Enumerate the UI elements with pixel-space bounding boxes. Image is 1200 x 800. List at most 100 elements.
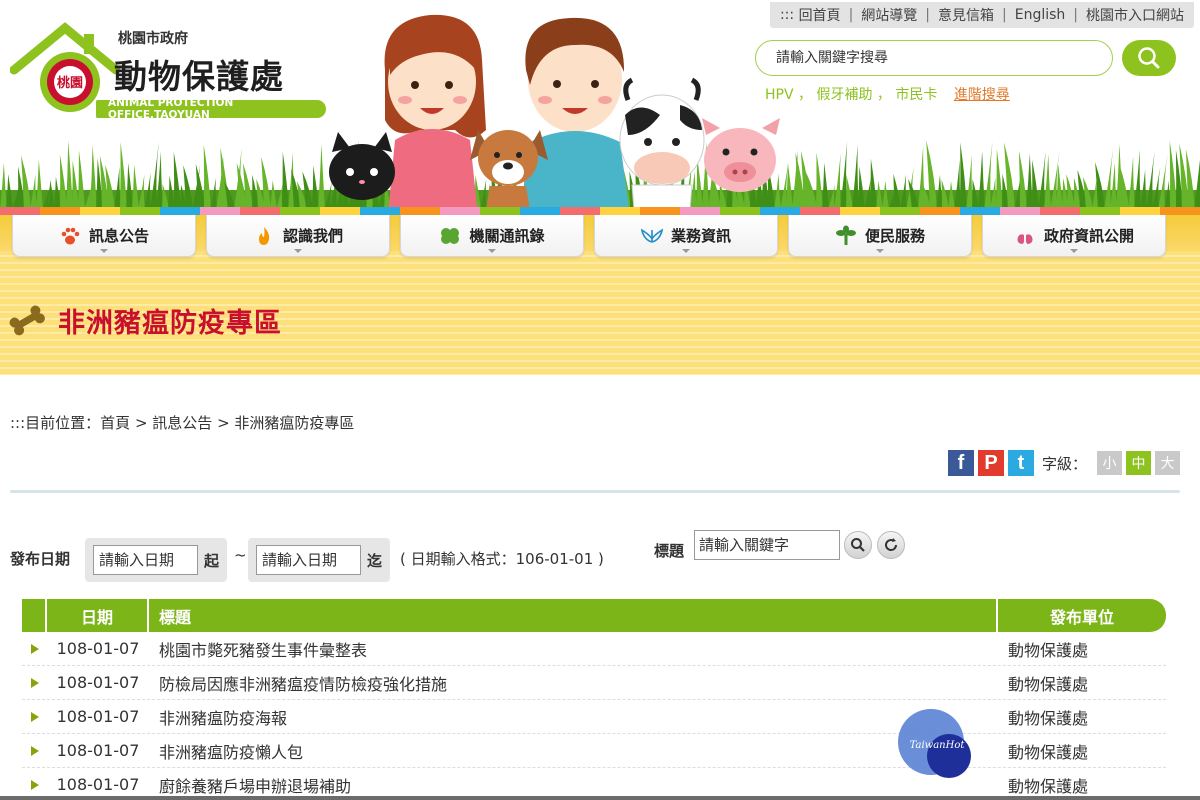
keyword-input[interactable]: [694, 530, 840, 560]
nav-item-gov-info[interactable]: 政府資訊公開: [982, 215, 1166, 257]
page-title-block: 非洲豬瘟防疫專區: [8, 295, 282, 345]
strip-segment: [320, 207, 360, 215]
twitter-icon[interactable]: t: [1007, 450, 1034, 476]
row-title-link[interactable]: 桃園市斃死豬發生事件彙整表: [149, 637, 998, 661]
header-bullet-col: [22, 599, 47, 632]
plurk-icon[interactable]: P: [977, 450, 1004, 476]
title-label: 標題: [654, 542, 685, 560]
hotword-link[interactable]: HPV: [765, 87, 794, 103]
date-label: 發布日期: [10, 550, 71, 568]
header-date[interactable]: 日期: [47, 599, 149, 632]
row-title-link[interactable]: 防檢局因應非洲豬瘟疫情防檢疫強化措施: [149, 671, 998, 695]
filter-search-button[interactable]: [844, 531, 872, 559]
breadcrumb-item[interactable]: 非洲豬瘟防疫專區: [234, 414, 354, 432]
site-logo[interactable]: 桃園 桃園市政府 動物保護處 ANIMAL PROTECTION OFFICE,…: [10, 20, 330, 125]
nav-item-directory[interactable]: 機關通訊錄: [400, 215, 584, 257]
start-date-input[interactable]: [93, 545, 198, 575]
font-size-small-button[interactable]: 小: [1097, 451, 1122, 475]
row-title-link[interactable]: 非洲豬瘟防疫海報: [149, 705, 998, 729]
nav-item-announcements[interactable]: 訊息公告: [12, 215, 196, 257]
strip-segment: [360, 207, 400, 215]
hotword-link[interactable]: 假牙補助: [816, 87, 872, 103]
breadcrumb-separator: >: [212, 414, 235, 432]
strip-segment: [1000, 207, 1040, 215]
start-date-box: 起: [85, 538, 228, 582]
row-bullet: [22, 643, 47, 654]
wings-icon: [640, 225, 663, 247]
header-title[interactable]: 標題: [149, 599, 998, 632]
cow-character: [619, 77, 705, 211]
breadcrumb-item[interactable]: 訊息公告: [152, 414, 212, 432]
english-link[interactable]: English: [1015, 7, 1066, 23]
strip-segment: [200, 207, 240, 215]
end-date-box: 迄: [248, 538, 391, 582]
header-unit[interactable]: 發布單位: [998, 599, 1166, 632]
cat-character: [329, 132, 395, 200]
nav-label: 便民服務: [864, 227, 925, 245]
bottom-edge: [0, 796, 1200, 800]
search-input[interactable]: [755, 40, 1113, 76]
breadcrumb-prefix: :::目前位置：: [10, 414, 101, 432]
strip-segment: [520, 207, 560, 215]
triangle-right-icon: [30, 677, 39, 688]
nav-label: 政府資訊公開: [1043, 227, 1134, 245]
table-row[interactable]: 108-01-07 防檢局因應非洲豬瘟疫情防檢疫強化措施 動物保護處: [22, 666, 1166, 700]
table-row[interactable]: 108-01-07 非洲豬瘟防疫海報 動物保護處: [22, 700, 1166, 734]
search-button[interactable]: [1122, 40, 1176, 76]
font-size-medium-button[interactable]: 中: [1126, 451, 1151, 475]
nav-item-business[interactable]: 業務資訊: [594, 215, 778, 257]
row-date: 108-01-07: [56, 707, 140, 726]
sitemap-link[interactable]: 網站導覽: [861, 5, 917, 25]
row-title-link[interactable]: 非洲豬瘟防疫懶人包: [149, 739, 998, 763]
strip-segment: [960, 207, 1000, 215]
hotword-link[interactable]: 市民卡: [895, 87, 937, 103]
strip-segment: [120, 207, 160, 215]
strip-segment: [1080, 207, 1120, 215]
row-unit: 動物保護處: [1008, 640, 1089, 660]
row-unit: 動物保護處: [1008, 674, 1089, 694]
home-link[interactable]: 回首頁: [799, 5, 841, 25]
table-row[interactable]: 108-01-07 非洲豬瘟防疫懶人包 動物保護處: [22, 734, 1166, 768]
table-row[interactable]: 108-01-07 桃園市斃死豬發生事件彙整表 動物保護處: [22, 632, 1166, 666]
strip-segment: [0, 207, 40, 215]
nav-item-services[interactable]: 便民服務: [788, 215, 972, 257]
nav-label: 機關通訊錄: [469, 227, 545, 245]
strip-segment: [40, 207, 80, 215]
strip-segment: [400, 207, 440, 215]
end-date-input[interactable]: [256, 545, 361, 575]
logo-office-name: 動物保護處: [114, 57, 284, 96]
strip-segment: [1040, 207, 1080, 215]
advanced-search-link[interactable]: 進階搜尋: [954, 87, 1010, 103]
paw-icon: [59, 225, 81, 247]
bone-icon: [9, 305, 45, 336]
row-date: 108-01-07: [56, 775, 140, 794]
chevron-down-icon: [294, 249, 302, 253]
man-character: [520, 17, 630, 215]
row-unit: 動物保護處: [1008, 776, 1089, 796]
page: ::: 回首頁 | 網站導覽 | 意見信箱 | English | 桃園市入口網…: [0, 0, 1200, 800]
row-unit: 動物保護處: [1008, 708, 1089, 728]
nav-label: 業務資訊: [670, 227, 731, 245]
nav-label: 認識我們: [282, 227, 343, 245]
breadcrumb: :::目前位置：首頁 > 訊息公告 > 非洲豬瘟防疫專區: [10, 412, 354, 433]
reset-button[interactable]: [877, 531, 905, 559]
topbar-prefix: :::: [779, 7, 795, 23]
refresh-icon: [885, 538, 898, 551]
nav-item-about[interactable]: 認識我們: [206, 215, 390, 257]
font-size-large-button[interactable]: 大: [1155, 451, 1180, 475]
strip-segment: [680, 207, 720, 215]
strip-segment: [720, 207, 760, 215]
filter-form: 發布日期 起 ~ 迄 ( 日期輸入格式：106-01-01 ) 標題: [10, 530, 1190, 582]
rainbow-strip: [0, 207, 1200, 215]
pig-character: [702, 118, 780, 192]
dog-character: [470, 130, 548, 210]
triangle-right-icon: [30, 711, 39, 722]
strip-segment: [920, 207, 960, 215]
row-title-link[interactable]: 廚餘養豬戶場申辦退場補助: [149, 773, 998, 797]
feedback-link[interactable]: 意見信箱: [938, 5, 994, 25]
share-tools: f P t 字級： 小 中 大: [947, 450, 1180, 476]
city-portal-link[interactable]: 桃園市入口網站: [1086, 5, 1184, 25]
facebook-icon[interactable]: f: [947, 450, 974, 476]
strip-segment: [600, 207, 640, 215]
breadcrumb-item[interactable]: 首頁: [100, 414, 130, 432]
